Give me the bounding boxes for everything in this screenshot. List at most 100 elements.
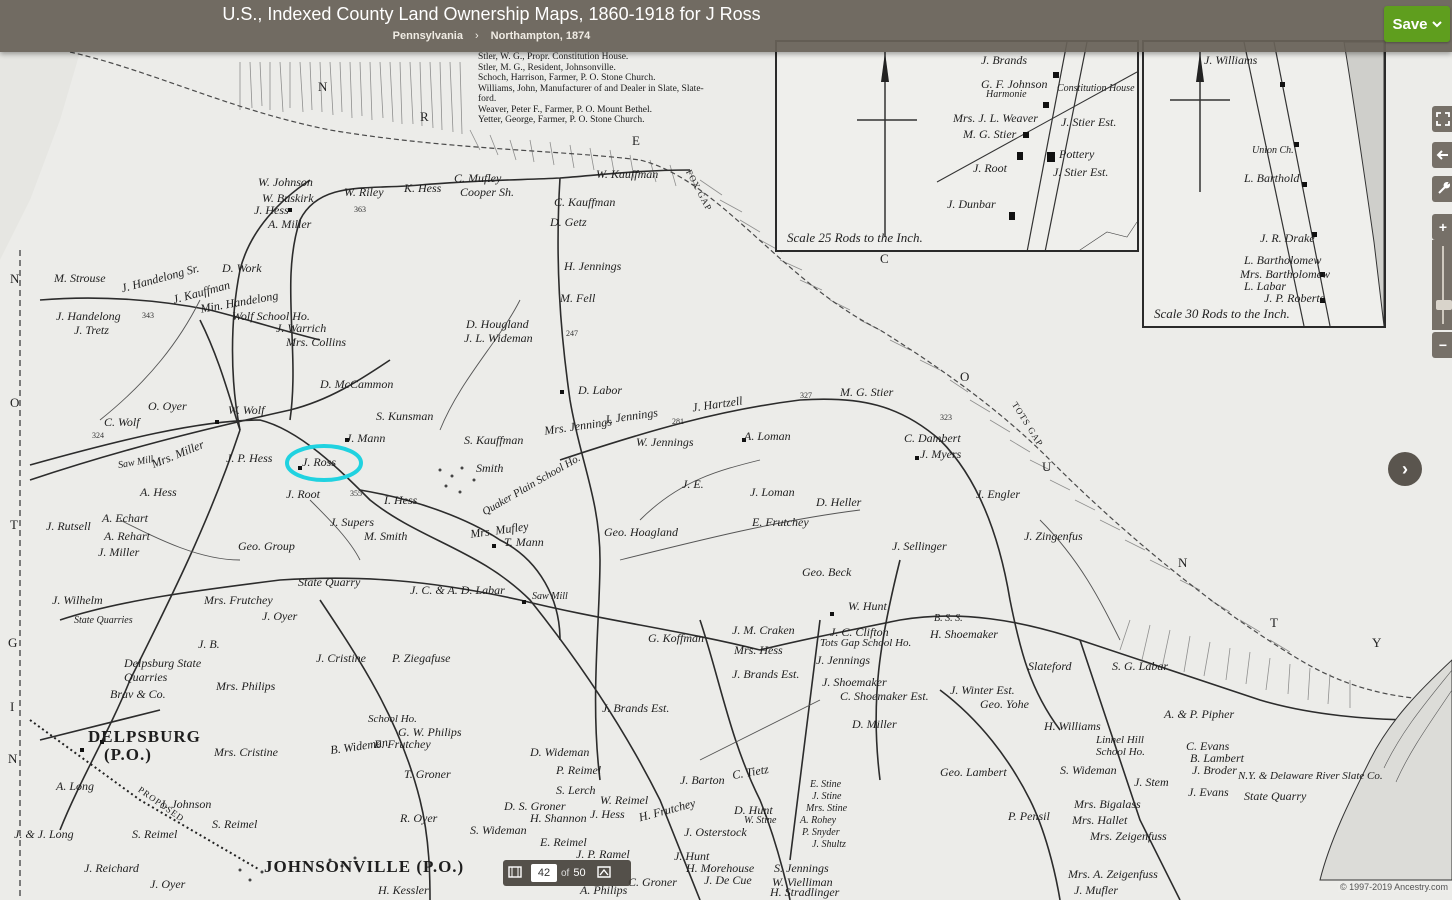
owner-label: A. Rehart <box>104 529 150 543</box>
owner-label: Mrs. Frutchey <box>204 593 273 607</box>
minus-icon: − <box>1438 337 1448 353</box>
inset1-label: Mrs. J. L. Weaver <box>953 111 1038 125</box>
owner-label: J. Shoemaker <box>822 675 887 689</box>
map-letter: O <box>10 395 22 410</box>
inset2-label: L. Bartholomew <box>1244 253 1322 267</box>
owner-label: Geo. Beck <box>802 565 852 579</box>
school-label: Linnel Hill School Ho. <box>1096 734 1145 758</box>
map-letter: Y <box>1372 635 1384 650</box>
owner-label: S. Jennings <box>774 861 829 875</box>
owner-label: A. Hess <box>140 485 177 499</box>
owner-label: S. Wideman <box>1060 763 1117 777</box>
fullscreen-button[interactable] <box>1432 106 1452 132</box>
owner-label: Smith <box>476 461 504 475</box>
owner-label: D. Hougland <box>466 317 529 331</box>
svg-text:247: 247 <box>566 329 578 338</box>
legend-line: Stler, M. G., Resident, Johnsonville. <box>478 62 616 73</box>
owner-label: P. Snyder <box>802 827 840 838</box>
page-of-label: of <box>561 867 570 879</box>
owner-label: C. Kauffman <box>554 195 616 209</box>
inset2-label: Union Ch. <box>1252 145 1294 156</box>
owner-label: W. Wolf <box>228 403 265 417</box>
owner-label: J. Jennings <box>816 653 870 667</box>
inset2-label: J. R. Drake <box>1260 231 1315 245</box>
next-image-button[interactable]: › <box>1388 452 1422 486</box>
record-title: U.S., Indexed County Land Ownership Maps… <box>222 4 761 24</box>
map-letter: C <box>880 251 891 266</box>
svg-text:327: 327 <box>800 391 812 400</box>
zoom-slider[interactable] <box>1432 240 1452 330</box>
map-letter: I <box>10 699 17 714</box>
owner-label: E. Stine <box>810 779 842 790</box>
legend-line: Schoch, Harrison, Farmer, P. O. Stone Ch… <box>478 73 656 83</box>
owner-label: S. G. Labar <box>1112 659 1169 673</box>
owner-label: J. Shultz <box>812 839 846 850</box>
copyright-notice: © 1997-2019 Ancestry.com <box>1337 882 1450 892</box>
post-office-label: (P.O.) <box>104 745 152 764</box>
owner-label: A. Loman <box>744 429 791 443</box>
svg-text:355: 355 <box>350 489 362 498</box>
owner-label: W. Hunt <box>848 599 887 613</box>
breadcrumb-separator: › <box>475 30 479 42</box>
owner-label: C. Mufley <box>454 171 502 185</box>
town-delpsburg: DELPSBURG <box>88 727 201 746</box>
owner-label: Geo. Group <box>238 539 295 553</box>
page-number-input[interactable]: 42 <box>531 864 557 882</box>
owner-label: J. Sellinger <box>892 539 947 553</box>
owner-label: Mrs. Hess <box>734 643 783 657</box>
owner-label: Mrs. Stine <box>806 803 848 814</box>
zoom-out-button[interactable]: − <box>1432 332 1452 358</box>
owner-label: J. Loman <box>750 485 795 499</box>
owner-label: J. Broder <box>1192 763 1237 777</box>
map-letter: G <box>8 635 20 650</box>
owner-label: M. Fell <box>560 291 596 305</box>
page-total: 50 <box>573 867 586 879</box>
zoom-handle[interactable] <box>1436 300 1452 310</box>
quarry-label: State Quarry <box>1244 789 1307 803</box>
jross-label[interactable]: J. Ross <box>302 456 336 468</box>
quarry-label: State Quarry <box>298 575 361 589</box>
owner-label: J. Myers <box>920 447 962 461</box>
filmstrip-button[interactable] <box>503 865 527 881</box>
save-button[interactable]: Save <box>1384 6 1450 42</box>
owner-label: P. Pensil <box>1008 809 1050 823</box>
inset2-label: J. P. Roberts <box>1264 291 1325 305</box>
owner-label: D. Heller <box>816 495 862 509</box>
save-label: Save <box>1392 15 1428 33</box>
owner-label: J. Brands Est. <box>732 667 800 681</box>
owner-label: R. Oyer <box>400 811 438 825</box>
legend-line: Weaver, Peter F., Farmer, P. O. Mount Be… <box>478 104 652 115</box>
owner-label: H. Kessler <box>378 883 429 897</box>
owner-label: J. & J. Long <box>14 827 74 841</box>
map-letter: E <box>632 133 642 148</box>
inset1-label: J. Stier Est. <box>1061 115 1117 129</box>
map-viewer[interactable]: 363 343 247 327 281 355 324 323 G. F. Johnso… <box>0 0 1452 900</box>
index-panel-button[interactable] <box>592 865 616 881</box>
quarry-label: State Quarries <box>74 615 133 626</box>
inset1-label: Pottery <box>1059 147 1095 161</box>
owner-label: S. Reimel <box>132 827 178 841</box>
mill-label: Saw Mill <box>532 591 568 602</box>
owner-label: Geo. Lambert <box>940 765 1007 779</box>
back-button[interactable] <box>1432 142 1452 168</box>
zoom-in-button[interactable]: + <box>1432 214 1452 240</box>
owner-label: E. Frutchey <box>374 737 431 751</box>
map-letter: T <box>10 517 20 532</box>
breadcrumb-state[interactable]: Pennsylvania <box>393 30 463 42</box>
owner-label: S. Kauffman <box>464 433 524 447</box>
breadcrumb-location[interactable]: Northampton, 1874 <box>491 30 591 42</box>
tools-button[interactable] <box>1432 176 1452 202</box>
owner-label: D. McCammon <box>320 377 394 391</box>
owner-label: J. M. Craken <box>732 623 795 637</box>
owner-label: J. Rutsell <box>46 519 91 533</box>
map-letter: T <box>1270 615 1280 630</box>
owner-label: K. Hess <box>404 181 442 195</box>
owner-label: C. Shoemaker Est. <box>840 689 929 703</box>
owner-label: Mrs. Philips <box>216 679 276 693</box>
owner-label: J. Supers <box>330 515 374 529</box>
owner-label: J. Stem <box>1134 775 1169 789</box>
legend-line: Williams, John, Manufacturer of and Deal… <box>478 83 704 94</box>
map-legend: Stler, W. G., Propr. Constitution House.… <box>478 52 768 126</box>
owner-label: H. Stradlinger <box>770 885 840 899</box>
owner-label: C. Wolf <box>104 415 140 429</box>
